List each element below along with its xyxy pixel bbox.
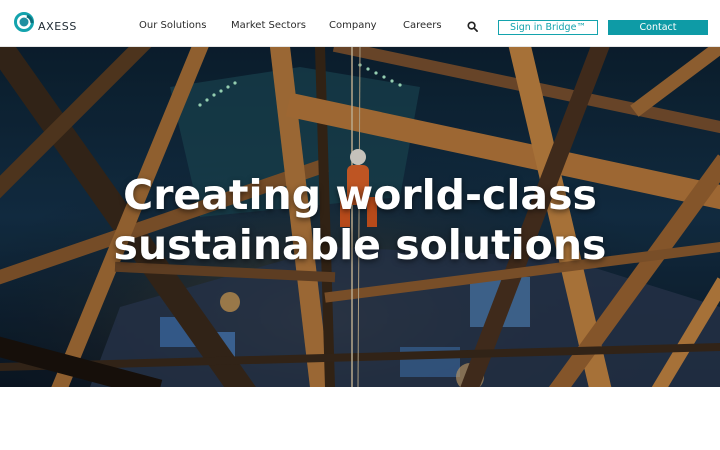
- brand-logo[interactable]: AXESS: [14, 12, 77, 34]
- site-header: AXESS Our Solutions Market Sectors Compa…: [0, 0, 720, 47]
- hero-banner: Creating world-class sustainable solutio…: [0, 47, 720, 387]
- logo-icon: [14, 12, 34, 32]
- nav-our-solutions[interactable]: Our Solutions: [139, 19, 206, 33]
- sign-in-bridge-button[interactable]: Sign in Bridge™: [498, 20, 598, 35]
- brand-name: AXESS: [38, 19, 77, 33]
- content-area: [0, 387, 720, 450]
- contact-button[interactable]: Contact: [608, 20, 708, 35]
- search-icon[interactable]: [467, 21, 478, 32]
- hero-title-line-1: Creating world-class: [123, 171, 597, 219]
- nav-careers[interactable]: Careers: [403, 19, 442, 33]
- nav-market-sectors[interactable]: Market Sectors: [231, 19, 306, 33]
- hero-title-line-2: sustainable solutions: [113, 221, 607, 269]
- hero-title: Creating world-class sustainable solutio…: [0, 170, 720, 270]
- nav-company[interactable]: Company: [329, 19, 377, 33]
